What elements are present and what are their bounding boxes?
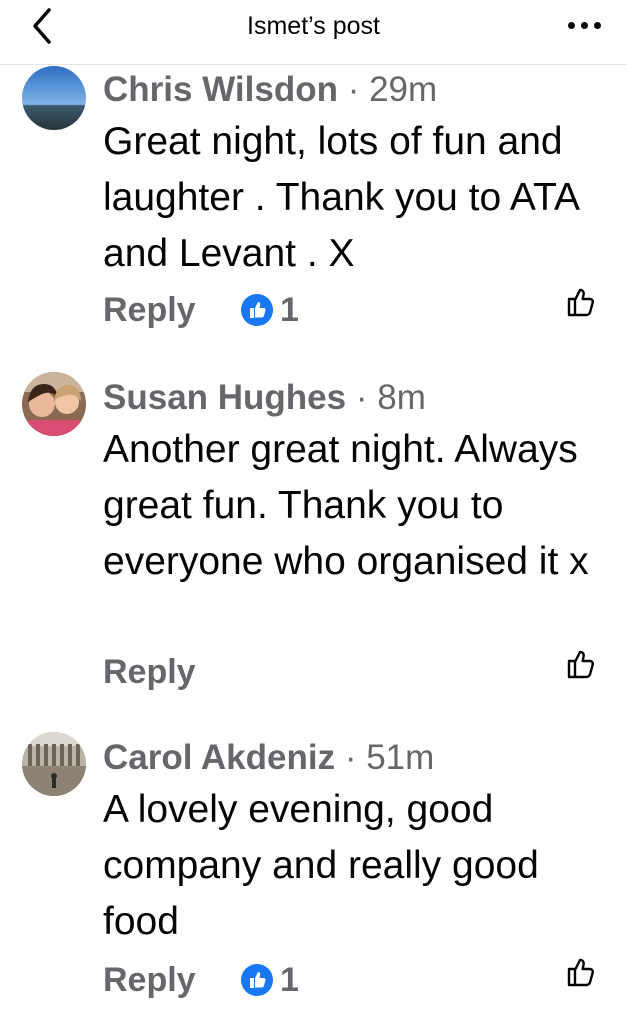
avatar[interactable] (22, 372, 86, 436)
more-options-button[interactable] (559, 10, 609, 40)
thumbs-up-outline-icon (567, 288, 594, 317)
comment-time[interactable]: 29m (369, 70, 437, 109)
like-reaction-icon (241, 294, 273, 326)
like-reaction-icon (241, 964, 273, 996)
separator: · (344, 738, 357, 777)
avatar-image (22, 732, 86, 796)
comment-text: Another great night. Always great fun. T… (103, 428, 589, 583)
reaction-summary[interactable]: 1 (240, 290, 299, 330)
reply-button[interactable]: Reply (103, 652, 196, 692)
reaction-summary[interactable]: 1 (240, 960, 299, 1000)
like-button[interactable] (562, 644, 602, 684)
avatar[interactable] (22, 66, 86, 130)
like-button[interactable] (562, 952, 602, 992)
more-dot (580, 21, 588, 29)
reply-button[interactable]: Reply (103, 290, 196, 330)
thumbs-up-outline-icon (567, 958, 594, 987)
like-button[interactable] (562, 282, 602, 322)
comment-header: Chris Wilsdon · 29m (103, 70, 437, 110)
thumbs-up-outline-icon (567, 650, 594, 679)
reply-button[interactable]: Reply (103, 960, 196, 1000)
separator: · (355, 378, 368, 417)
comment-text: A lovely evening, good company and reall… (103, 788, 539, 943)
comment-time[interactable]: 8m (377, 378, 426, 417)
separator: · (347, 70, 360, 109)
author-name[interactable]: Susan Hughes (103, 378, 346, 417)
avatar-image (22, 66, 86, 130)
more-dots-icon (567, 21, 575, 29)
comment-header: Susan Hughes · 8m (103, 378, 426, 418)
reaction-count: 1 (280, 290, 299, 329)
comment-time[interactable]: 51m (366, 738, 434, 777)
reaction-count: 1 (280, 960, 299, 999)
author-name[interactable]: Carol Akdeniz (103, 738, 335, 777)
avatar-image (22, 372, 86, 436)
comment-header: Carol Akdeniz · 51m (103, 738, 434, 778)
avatar[interactable] (22, 732, 86, 796)
page-title: Ismet’s post (247, 12, 380, 40)
top-bar: Ismet’s post (0, 0, 627, 65)
comment-text: Great night, lots of fun and laughter . … (103, 120, 578, 275)
more-dot (593, 21, 601, 29)
author-name[interactable]: Chris Wilsdon (103, 70, 338, 109)
